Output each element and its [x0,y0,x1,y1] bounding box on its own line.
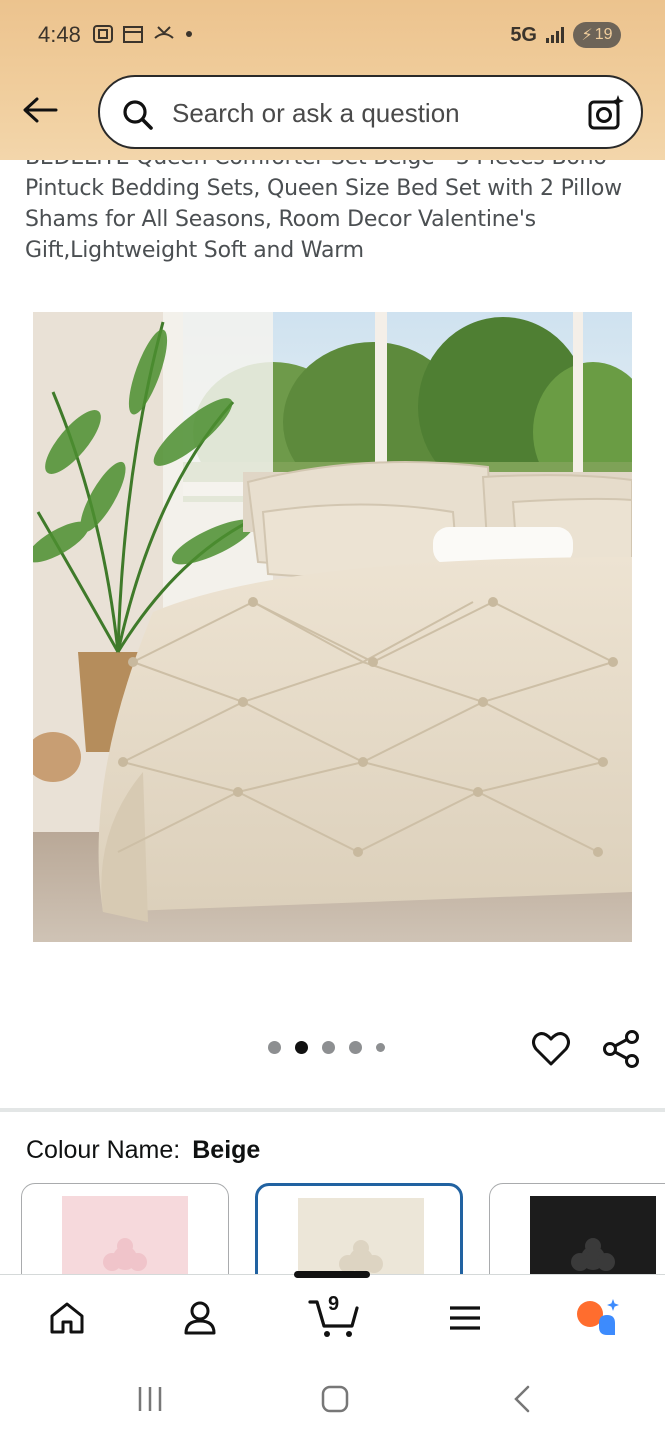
carousel-dot[interactable] [268,1041,281,1054]
battery-level: 19 [594,26,613,43]
nav-menu[interactable] [440,1295,490,1341]
status-time: 4:48 [38,22,81,47]
nav-account[interactable] [175,1295,225,1341]
carousel-dot-active[interactable] [295,1041,308,1054]
app-header: 4:48 5G ⚡ 19 Search or ask a question [0,0,665,160]
battery-indicator: ⚡ 19 [573,22,621,48]
product-photo [33,312,632,942]
status-notification-icons [92,24,194,44]
recent-apps-icon[interactable] [136,1385,164,1413]
product-title: BEDELITE Queen Comforter Set Beige - 3 P… [25,145,622,263]
menu-icon [450,1306,480,1330]
nav-rufus[interactable] [573,1295,623,1341]
system-back-icon[interactable] [510,1384,534,1414]
bottom-nav: 9 [0,1271,665,1360]
colour-selected-value: Beige [192,1136,261,1164]
calendar-icon [123,26,143,43]
status-right: 5G ⚡ 19 [510,22,621,48]
wishlist-button[interactable] [530,1028,572,1070]
nav-home[interactable] [42,1295,92,1341]
search-input[interactable] [172,95,562,131]
carousel-dot[interactable] [349,1041,362,1054]
swatch-pink-image [62,1196,188,1286]
home-icon [50,1302,84,1334]
share-button[interactable] [600,1028,642,1070]
carousel-dot[interactable] [322,1041,335,1054]
colour-selector-label: Colour Name: Beige [26,1136,260,1165]
colour-label: Colour Name: [26,1136,181,1164]
search-icon [123,100,153,130]
missed-call-icon [154,26,174,39]
back-button[interactable] [18,88,62,132]
system-navigation-bar [0,1360,665,1440]
network-type: 5G [510,23,537,46]
active-tab-indicator [294,1271,370,1278]
product-image[interactable] [33,312,632,942]
swatch-black-image [530,1196,656,1286]
status-bar: 4:48 5G ⚡ 19 [0,0,665,72]
charging-icon: ⚡ [581,27,593,44]
carousel-dots [268,1041,385,1054]
cart-count-badge: 9 [328,1293,340,1315]
camera-search-icon[interactable] [587,94,625,132]
notification-dot-icon [186,31,192,37]
carousel-dot[interactable] [376,1043,385,1052]
signal-icon [546,27,564,43]
back-arrow-icon [23,97,58,123]
home-button-icon[interactable] [320,1384,350,1414]
account-icon [184,1301,216,1335]
heart-icon [532,1032,570,1066]
rufus-assistant-icon [577,1299,619,1335]
section-divider [0,1108,665,1112]
screenshot-icon [93,25,113,43]
share-icon [603,1030,639,1068]
search-bar[interactable] [98,75,643,149]
